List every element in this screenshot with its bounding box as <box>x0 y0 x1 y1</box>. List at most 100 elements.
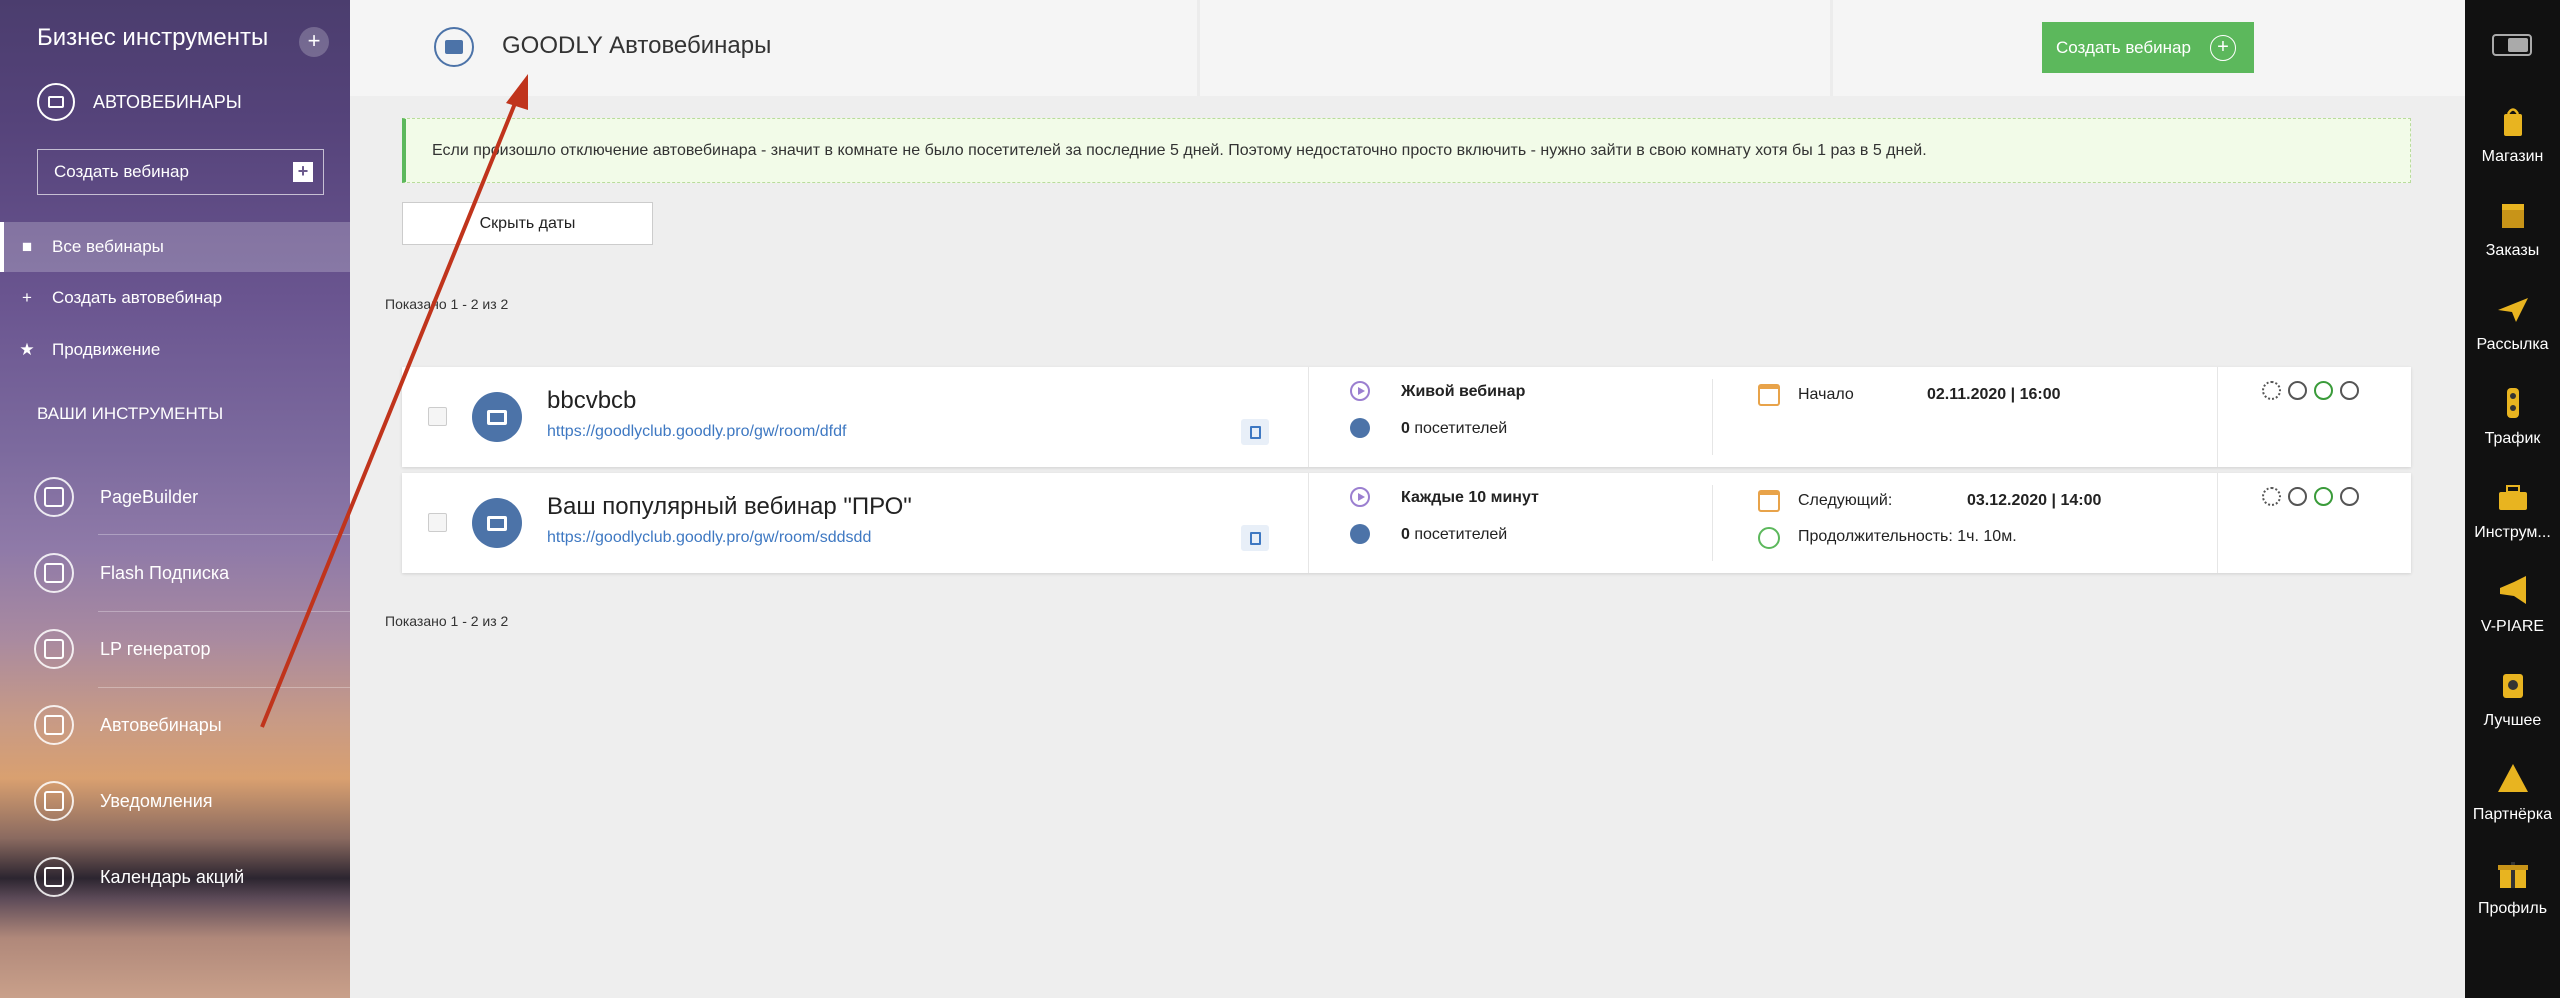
close-icon[interactable] <box>2340 381 2359 400</box>
pagebuilder-icon <box>34 477 74 517</box>
calendar-icon <box>34 857 74 897</box>
visitors-count: 0 посетителей <box>1401 420 1507 438</box>
row-checkbox[interactable] <box>428 407 447 426</box>
power-icon[interactable] <box>2314 381 2333 400</box>
tool-pagebuilder[interactable]: PageBuilder <box>0 459 350 535</box>
flash-icon <box>34 553 74 593</box>
webinar-avatar-icon <box>472 392 522 442</box>
next-date: 03.12.2020 | 14:00 <box>1967 492 2102 509</box>
star-icon: ★ <box>19 340 35 359</box>
pagination-summary: Показано 1 - 2 из 2 <box>385 296 509 312</box>
divider <box>2217 473 2218 573</box>
create-webinar-button[interactable]: Создать вебинар + <box>37 149 324 195</box>
dock-best[interactable]: Лучшее <box>2465 660 2560 754</box>
user-icon <box>1350 418 1370 438</box>
webinar-url-link[interactable]: https://goodlyclub.goodly.pro/gw/room/sd… <box>547 529 871 547</box>
nav-create-autowebinar[interactable]: + Создать автовебинар <box>0 273 350 323</box>
video-camera-icon: ■ <box>21 237 33 256</box>
dock-partner[interactable]: Партнёрка <box>2465 754 2560 848</box>
tool-notifications[interactable]: Уведомления <box>0 763 350 839</box>
nav-label: Создать автовебинар <box>52 288 223 307</box>
visitors-label: посетителей <box>1414 526 1508 543</box>
toolbox-icon <box>2499 485 2527 510</box>
edit-icon[interactable] <box>2288 487 2307 506</box>
dock-label: Лучшее <box>2483 712 2542 729</box>
dock-tools[interactable]: Инструм... <box>2465 472 2560 566</box>
hide-dates-button[interactable]: Скрыть даты <box>402 202 653 245</box>
copy-icon[interactable] <box>1241 525 1269 551</box>
create-webinar-label: Создать вебинар <box>2056 37 2191 57</box>
play-icon <box>1350 487 1370 507</box>
clock-icon <box>1758 527 1780 549</box>
row-actions <box>2262 487 2359 506</box>
dock-label: Магазин <box>2481 148 2544 165</box>
visitors-number: 0 <box>1401 420 1410 437</box>
webinar-avatar-icon <box>472 498 522 548</box>
nav-all-webinars[interactable]: ■ Все вебинары <box>0 222 350 272</box>
dock-label: Инструм... <box>2474 524 2551 541</box>
plus-square-icon: + <box>293 162 313 182</box>
dock-label: Профиль <box>2477 900 2548 917</box>
megaphone-icon <box>2500 576 2526 604</box>
dock-mailing[interactable]: Рассылка <box>2465 284 2560 378</box>
alert-text: Если произошло отключение автовебинара -… <box>432 141 1927 159</box>
sidebar-title: Бизнес инструменты <box>37 24 269 51</box>
tool-label: LP генератор <box>100 638 211 659</box>
tool-autowebinars[interactable]: Автовебинары <box>0 687 350 763</box>
divider <box>1308 367 1309 467</box>
notification-icon <box>34 781 74 821</box>
dock-shop[interactable]: Магазин <box>2465 96 2560 190</box>
duration: Продолжительность: 1ч. 10м. <box>1798 528 2017 545</box>
user-icon <box>1350 524 1370 544</box>
dock-label: Трафик <box>2484 430 2541 447</box>
dock-orders[interactable]: Заказы <box>2465 190 2560 284</box>
plus-icon: + <box>22 288 32 307</box>
section-label: АВТОВЕБИНАРЫ <box>93 92 242 112</box>
box-icon <box>2502 204 2524 228</box>
dock-label: Заказы <box>2485 242 2540 259</box>
copy-icon[interactable] <box>1241 419 1269 445</box>
edit-icon[interactable] <box>2288 381 2307 400</box>
refresh-icon[interactable] <box>2262 381 2281 400</box>
create-webinar-label: Создать вебинар <box>54 162 189 181</box>
nav-label: Продвижение <box>52 340 161 359</box>
dock-label: Партнёрка <box>2472 806 2553 823</box>
tool-label: Flash Подписка <box>100 562 230 583</box>
dock-label: V-PIARE <box>2480 618 2545 635</box>
tool-label: Уведомления <box>100 790 213 811</box>
nav-promotion[interactable]: ★ Продвижение <box>0 325 350 375</box>
lp-icon <box>34 629 74 669</box>
dock-vpiare[interactable]: V-PIARE <box>2465 566 2560 660</box>
nav-label: Все вебинары <box>52 237 164 256</box>
calendar-icon <box>1758 384 1780 406</box>
gift-icon <box>2498 862 2528 888</box>
create-webinar-button[interactable]: Создать вебинар + <box>2042 22 2254 73</box>
play-icon <box>1350 381 1370 401</box>
close-icon[interactable] <box>2340 487 2359 506</box>
divider <box>2217 367 2218 467</box>
divider <box>1308 473 1309 573</box>
tools-heading: ВАШИ ИНСТРУМЕНТЫ <box>37 404 224 423</box>
row-checkbox[interactable] <box>428 513 447 532</box>
tool-flash-subscription[interactable]: Flash Подписка <box>0 535 350 611</box>
cup-icon <box>2503 674 2523 698</box>
webinar-type: Каждые 10 минут <box>1401 489 1539 506</box>
dock-traffic[interactable]: Трафик <box>2465 378 2560 472</box>
webinar-icon <box>434 27 474 67</box>
dock-profile[interactable]: Профиль <box>2465 848 2560 942</box>
visitors-label: посетителей <box>1414 420 1508 437</box>
power-icon[interactable] <box>2314 487 2333 506</box>
tool-promo-calendar[interactable]: Календарь акций <box>0 839 350 915</box>
divider <box>1712 485 1713 561</box>
start-date: 02.11.2020 | 16:00 <box>1927 386 2061 403</box>
sidebar-add-button[interactable]: + <box>299 27 329 57</box>
refresh-icon[interactable] <box>2262 487 2281 506</box>
info-alert: Если произошло отключение автовебинара -… <box>402 118 2411 183</box>
webinar-url-link[interactable]: https://goodlyclub.goodly.pro/gw/room/df… <box>547 423 846 441</box>
webinar-name: Ваш популярный вебинар "ПРО" <box>547 493 912 520</box>
tool-lp-generator[interactable]: LP генератор <box>0 611 350 687</box>
webinar-row: Ваш популярный вебинар "ПРО" https://goo… <box>402 473 2411 573</box>
toggle-icon[interactable] <box>2492 34 2532 56</box>
webinar-type: Живой вебинар <box>1401 383 1526 400</box>
calendar-icon <box>1758 490 1780 512</box>
